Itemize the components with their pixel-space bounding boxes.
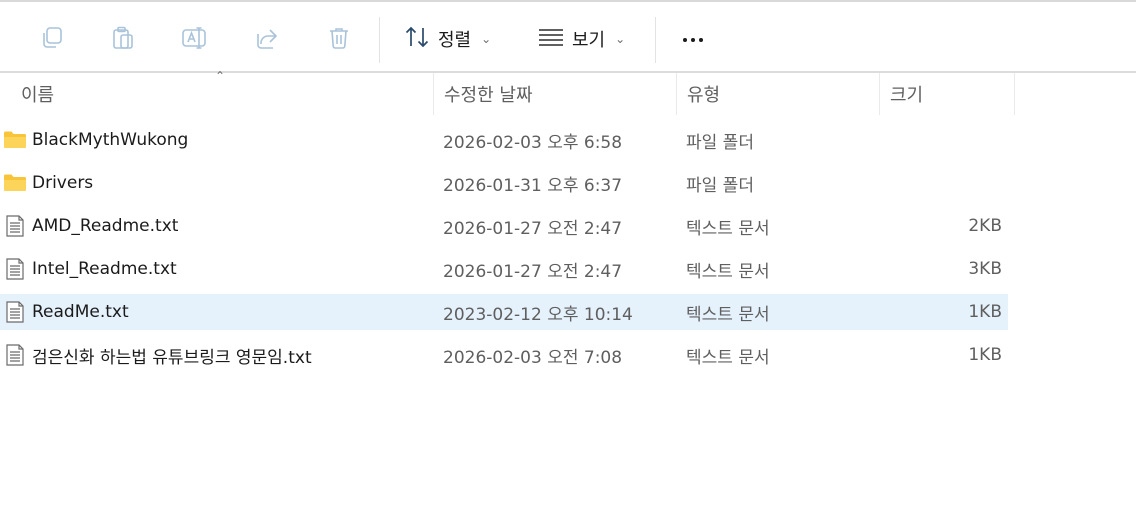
column-divider[interactable] bbox=[879, 73, 880, 115]
file-type: 텍스트 문서 bbox=[686, 304, 770, 325]
window-top-border bbox=[0, 0, 1136, 2]
copy-icon bbox=[39, 25, 65, 51]
file-type: 텍스트 문서 bbox=[686, 218, 770, 239]
delete-icon bbox=[326, 25, 352, 51]
share-icon bbox=[254, 25, 280, 51]
view-button[interactable]: 보기 ⌄ bbox=[538, 23, 625, 55]
file-date: 2026-01-31 오후 6:37 bbox=[443, 175, 623, 196]
column-header-type-label: 유형 bbox=[687, 85, 721, 106]
sort-button[interactable]: 정렬 ⌄ bbox=[404, 23, 491, 55]
column-header-size[interactable]: 크기 bbox=[890, 73, 1012, 115]
column-header-date-label: 수정한 날짜 bbox=[444, 85, 533, 106]
file-type: 텍스트 문서 bbox=[686, 261, 770, 282]
file-row[interactable]: Drivers 2026-01-31 오후 6:37 파일 폴더 bbox=[0, 165, 1008, 201]
file-date: 2026-01-27 오전 2:47 bbox=[443, 218, 623, 239]
file-row[interactable]: AMD_Readme.txt 2026-01-27 오전 2:47 텍스트 문서… bbox=[0, 208, 1008, 244]
file-type: 텍스트 문서 bbox=[686, 347, 770, 368]
file-name: ReadMe.txt bbox=[32, 302, 129, 322]
chevron-down-icon: ⌄ bbox=[481, 32, 492, 46]
rename-button[interactable] bbox=[178, 21, 212, 55]
column-header-type[interactable]: 유형 bbox=[687, 73, 877, 115]
text-document-icon bbox=[3, 344, 27, 366]
file-name: Intel_Readme.txt bbox=[32, 259, 177, 279]
toolbar-separator bbox=[379, 17, 380, 63]
chevron-down-icon: ⌄ bbox=[615, 32, 626, 46]
file-row[interactable]: Intel_Readme.txt 2026-01-27 오전 2:47 텍스트 … bbox=[0, 251, 1008, 287]
file-row[interactable]: BlackMythWukong 2026-02-03 오후 6:58 파일 폴더 bbox=[0, 122, 1008, 158]
folder-icon bbox=[3, 172, 27, 194]
column-header-name-label: 이름 bbox=[21, 85, 55, 106]
delete-button[interactable] bbox=[322, 21, 356, 55]
more-options-button[interactable] bbox=[678, 25, 708, 55]
file-name: BlackMythWukong bbox=[32, 130, 189, 150]
file-row[interactable]: 검은신화 하는법 유튜브링크 영문임.txt 2026-02-03 오전 7:0… bbox=[0, 337, 1008, 373]
share-button[interactable] bbox=[250, 21, 284, 55]
column-divider[interactable] bbox=[433, 73, 434, 115]
rename-icon bbox=[181, 25, 209, 51]
column-header-row: 이름 수정한 날짜 유형 크기 bbox=[0, 73, 1136, 115]
text-document-icon bbox=[3, 258, 27, 280]
file-type: 파일 폴더 bbox=[686, 132, 754, 153]
view-label: 보기 bbox=[572, 30, 606, 51]
column-divider[interactable] bbox=[676, 73, 677, 115]
sort-label: 정렬 bbox=[438, 30, 472, 51]
file-row-selected[interactable]: ReadMe.txt 2023-02-12 오후 10:14 텍스트 문서 1K… bbox=[0, 294, 1008, 330]
column-header-date[interactable]: 수정한 날짜 bbox=[444, 73, 674, 115]
file-size: 3KB bbox=[968, 259, 1002, 279]
file-date: 2026-01-27 오전 2:47 bbox=[443, 261, 623, 282]
file-size: 1KB bbox=[968, 345, 1002, 365]
toolbar-separator bbox=[655, 17, 656, 63]
column-header-name[interactable]: 이름 bbox=[21, 73, 431, 115]
text-document-icon bbox=[3, 301, 27, 323]
column-divider[interactable] bbox=[1014, 73, 1015, 115]
file-size: 2KB bbox=[968, 216, 1002, 236]
file-name: Drivers bbox=[32, 173, 94, 193]
file-date: 2026-02-03 오후 6:58 bbox=[443, 132, 623, 153]
file-name: 검은신화 하는법 유튜브링크 영문임.txt bbox=[32, 347, 312, 368]
file-name: AMD_Readme.txt bbox=[32, 216, 179, 236]
file-date: 2026-02-03 오전 7:08 bbox=[443, 347, 623, 368]
text-document-icon bbox=[3, 215, 27, 237]
command-bar: 정렬 ⌄ 보기 ⌄ bbox=[0, 3, 1136, 71]
sort-icon bbox=[404, 25, 430, 54]
file-size: 1KB bbox=[968, 302, 1002, 322]
folder-icon bbox=[3, 129, 27, 151]
file-type: 파일 폴더 bbox=[686, 175, 754, 196]
paste-button[interactable] bbox=[106, 21, 140, 55]
paste-icon bbox=[110, 25, 136, 51]
view-icon bbox=[538, 27, 564, 52]
more-icon bbox=[683, 38, 687, 42]
column-header-size-label: 크기 bbox=[890, 85, 924, 106]
file-date: 2023-02-12 오후 10:14 bbox=[443, 304, 633, 325]
copy-button[interactable] bbox=[35, 21, 69, 55]
